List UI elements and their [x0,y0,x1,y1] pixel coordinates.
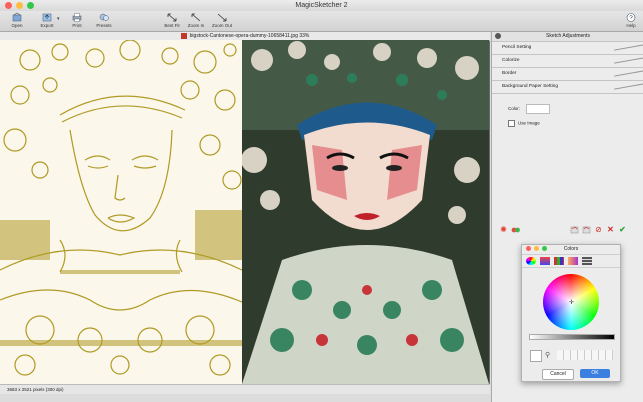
apply-check-icon[interactable]: ✔ [618,225,627,234]
section-label: Background Paper Setting [502,84,559,89]
status-bar: 3683 x 2521 pixels (300 dpi) [0,384,490,394]
best-fit-button[interactable]: Best Fit [161,12,183,28]
file-icon [180,32,187,39]
section-label: Pencil Setting [502,45,532,50]
right-action-icons: ⊘ ✕ ✔ [570,225,627,234]
export-dropdown-icon[interactable]: ▾ [57,16,60,22]
panel-pin-icon[interactable] [495,33,501,39]
left-action-icons: ✺ [499,225,520,234]
presets-icon [99,13,109,21]
zoom-out-button[interactable]: Zoom Out [211,12,233,28]
colors-title: Colors [563,246,579,252]
cancel-x-icon[interactable]: ✕ [606,225,615,234]
help-icon [626,13,636,22]
document-title: bigstock-Cantonese-opera-dummy-10658411.… [189,33,310,39]
use-image-row: Use Image [508,120,643,127]
section-pencil-setting[interactable]: Pencil Setting [492,42,643,55]
panel-header: Sketch Adjustments [492,32,643,42]
help-button[interactable]: Help [620,12,642,28]
background-paper-settings: Color: Use Image [492,94,643,127]
open-label: Open [11,23,23,28]
section-label: Border [502,71,517,76]
redo-icon[interactable] [582,225,591,234]
colors-window-controls [526,246,547,251]
best-fit-icon [167,13,177,22]
help-label: Help [626,23,636,28]
use-image-checkbox[interactable] [508,120,515,127]
export-button[interactable]: Export [36,12,58,28]
best-fit-label: Best Fit [164,23,180,28]
panel-title: Sketch Adjustments [546,33,590,39]
sketch-preview[interactable] [0,40,242,384]
zoom-in-icon [191,13,201,22]
current-color-swatch[interactable] [530,350,542,362]
open-button[interactable]: Open [6,12,28,28]
print-label: Print [72,23,82,28]
zoom-in-label: Zoom In [187,23,205,28]
brightness-slider[interactable] [529,334,615,340]
image-dimensions: 3683 x 2521 pixels (300 dpi) [7,387,64,392]
window-title: MagicSketcher 2 [295,2,348,9]
saved-swatches[interactable] [557,350,613,360]
print-button[interactable]: Print [66,12,88,28]
prohibit-icon[interactable]: ⊘ [594,225,603,234]
swatch-row: ⚲ [526,348,616,362]
export-icon [42,13,52,22]
presets-label: Presets [96,23,112,28]
colors-close-button[interactable] [526,246,531,251]
zoom-in-button[interactable]: Zoom In [185,12,207,28]
use-image-label: Use Image [518,120,540,126]
section-border[interactable]: Border [492,68,643,81]
colors-window: Colors ✛ ⚲ Cancel OK [521,244,621,382]
wheel-cursor-icon: ✛ [569,300,575,306]
pencils-tab-icon[interactable] [582,257,592,265]
image-palettes-tab-icon[interactable] [568,257,578,265]
section-colorize[interactable]: Colorize [492,55,643,68]
original-photo [242,40,489,384]
color-row: Color: [508,104,643,114]
export-label: Export [40,23,54,28]
print-icon [72,13,82,22]
color-dots-icon[interactable] [511,225,520,234]
toolbar: Open Export ▾ Print Presets Best Fit Zoo… [0,11,643,32]
color-label: Color: [508,106,521,112]
canvas-area[interactable]: bigstock-Cantonese-opera-dummy-10658411.… [0,32,490,394]
photo-image [242,40,489,384]
color-well[interactable] [526,104,551,114]
zoom-out-icon [217,13,227,22]
colors-titlebar: Colors [522,245,620,255]
ok-button[interactable]: OK [580,369,610,378]
ok-button-label: OK [591,370,599,376]
colors-zoom-button[interactable] [542,246,547,251]
section-label: Colorize [502,58,520,63]
undo-icon[interactable] [570,225,579,234]
zoom-out-label: Zoom Out [211,23,232,28]
eyedropper-icon[interactable]: ⚲ [545,351,550,359]
cancel-button[interactable]: Cancel [542,369,574,380]
sketch-image [0,40,242,384]
open-icon [12,12,22,22]
color-picker-tabs [522,255,620,268]
color-wheel-tab-icon[interactable] [526,257,536,265]
palettes-tab-icon[interactable] [554,257,564,265]
presets-button[interactable]: Presets [93,12,115,28]
cancel-button-label: Cancel [550,371,566,377]
flower-icon[interactable]: ✺ [499,225,508,234]
sliders-tab-icon[interactable] [540,257,550,265]
colors-minimize-button[interactable] [534,246,539,251]
section-background-paper[interactable]: Background Paper Setting [492,81,643,94]
